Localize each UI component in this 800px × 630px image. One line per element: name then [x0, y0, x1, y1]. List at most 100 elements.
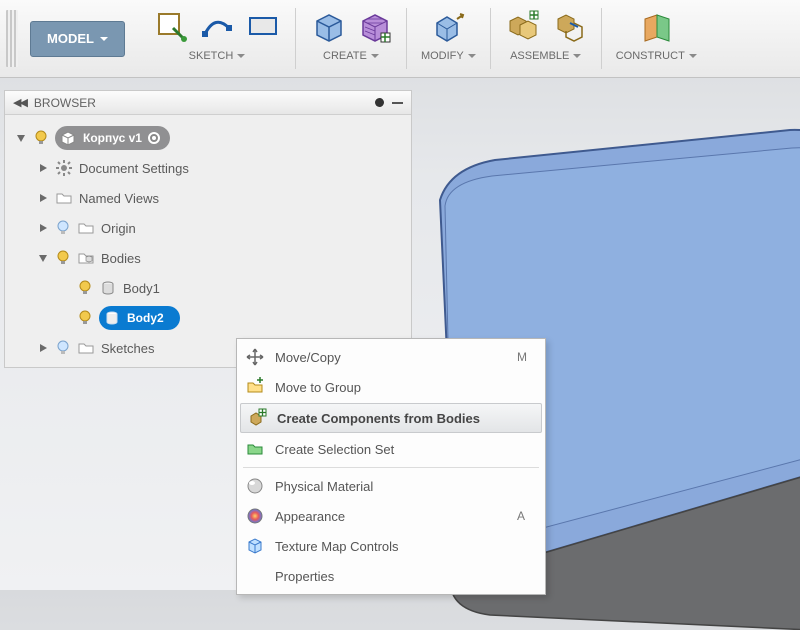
tree-root-node[interactable]: Корпус v1: [11, 123, 411, 153]
ctx-move-copy[interactable]: Move/Copy M: [239, 342, 543, 372]
ctx-label: Physical Material: [275, 479, 507, 494]
expand-toggle-icon[interactable]: [37, 162, 49, 174]
ctx-appearance[interactable]: Appearance A: [239, 501, 543, 531]
expand-toggle-icon[interactable]: [37, 222, 49, 234]
node-label: Document Settings: [79, 161, 189, 176]
dropdown-caret-icon: [468, 54, 476, 62]
caret-down-icon: [100, 37, 108, 45]
tree-node-named-views[interactable]: Named Views: [11, 183, 411, 213]
workspace-mode-button[interactable]: MODEL: [30, 21, 125, 57]
component-cube-icon: [59, 129, 77, 147]
context-menu: Move/Copy M Move to Group Create Compone…: [236, 338, 546, 595]
box-primitive-button[interactable]: [356, 8, 392, 44]
ctx-properties[interactable]: Properties: [239, 561, 543, 591]
ctx-label: Create Components from Bodies: [277, 411, 505, 426]
visibility-bulb-icon[interactable]: [55, 340, 71, 356]
ctx-create-components-from-bodies[interactable]: Create Components from Bodies: [240, 403, 542, 433]
spline-button[interactable]: [199, 8, 235, 44]
tree-node-bodies[interactable]: Bodies: [11, 243, 411, 273]
joint-button[interactable]: [551, 8, 587, 44]
panel-minimize-button[interactable]: [392, 102, 403, 104]
tree-node-document-settings[interactable]: Document Settings: [11, 153, 411, 183]
group-folder-icon: [245, 377, 265, 397]
main-toolbar: MODEL SKETCH CREATE: [0, 0, 800, 78]
visibility-bulb-icon[interactable]: [55, 250, 71, 266]
node-label: Named Views: [79, 191, 159, 206]
toolbar-group-create-label[interactable]: CREATE: [323, 50, 379, 62]
toolbar-group-modify-label[interactable]: MODIFY: [421, 50, 476, 62]
node-label: Body1: [123, 281, 160, 296]
ctx-shortcut: A: [517, 509, 535, 523]
root-component-chip[interactable]: Корпус v1: [55, 126, 170, 150]
ctx-shortcut: M: [517, 350, 535, 364]
create-component-icon: [247, 408, 267, 428]
texture-map-icon: [245, 536, 265, 556]
node-label: Origin: [101, 221, 136, 236]
tree-node-body1[interactable]: Body1: [11, 273, 411, 303]
node-label: Sketches: [101, 341, 154, 356]
folder-icon: [55, 189, 73, 207]
ctx-texture-map-controls[interactable]: Texture Map Controls: [239, 531, 543, 561]
gear-icon: [55, 159, 73, 177]
ctx-label: Properties: [275, 569, 507, 584]
toolbar-group-assemble-label[interactable]: ASSEMBLE: [510, 50, 581, 62]
toolbar-group-sketch: SKETCH: [139, 0, 295, 77]
ctx-separator: [243, 467, 539, 468]
move-icon: [245, 347, 265, 367]
toolbar-group-create: CREATE: [296, 0, 406, 77]
visibility-bulb-icon[interactable]: [77, 280, 93, 296]
press-pull-button[interactable]: [430, 8, 466, 44]
ctx-create-selection-set[interactable]: Create Selection Set: [239, 434, 543, 464]
expand-toggle-icon[interactable]: [15, 132, 27, 144]
browser-panel-header: ◀◀ BROWSER: [5, 91, 411, 115]
ctx-label: Appearance: [275, 509, 507, 524]
rectangle-button[interactable]: [245, 8, 281, 44]
expand-toggle-icon[interactable]: [37, 252, 49, 264]
tree-node-origin[interactable]: Origin: [11, 213, 411, 243]
toolbar-group-sketch-label[interactable]: SKETCH: [189, 50, 246, 62]
new-component-button[interactable]: [505, 8, 541, 44]
ctx-label: Texture Map Controls: [275, 539, 507, 554]
toolbar-grip[interactable]: [6, 10, 18, 67]
ctx-label: Move/Copy: [275, 350, 507, 365]
create-sketch-button[interactable]: [153, 8, 189, 44]
ctx-label: Move to Group: [275, 380, 507, 395]
expand-toggle-icon[interactable]: [37, 192, 49, 204]
dropdown-caret-icon: [237, 54, 245, 62]
panel-collapse-button[interactable]: ◀◀: [13, 96, 26, 109]
ctx-move-to-group[interactable]: Move to Group: [239, 372, 543, 402]
browser-panel: ◀◀ BROWSER Корпус v1 Document Settings N…: [4, 90, 412, 368]
toolbar-group-modify: MODIFY: [407, 0, 490, 77]
folder-icon: [77, 219, 95, 237]
toolbar-group-assemble: ASSEMBLE: [491, 0, 601, 77]
dropdown-caret-icon: [689, 54, 697, 62]
visibility-bulb-icon[interactable]: [33, 130, 49, 146]
active-component-indicator-icon[interactable]: [148, 132, 160, 144]
toolbar-group-construct-label[interactable]: CONSTRUCT: [616, 50, 697, 62]
blank-icon: [245, 566, 265, 586]
material-sphere-icon: [245, 476, 265, 496]
selected-body-chip[interactable]: Body2: [99, 306, 180, 330]
node-label: Bodies: [101, 251, 141, 266]
folder-icon: [77, 339, 95, 357]
node-label: Body2: [127, 311, 164, 325]
browser-tree: Корпус v1 Document Settings Named Views …: [5, 115, 411, 367]
expand-toggle-icon[interactable]: [37, 342, 49, 354]
visibility-bulb-icon[interactable]: [55, 220, 71, 236]
ctx-label: Create Selection Set: [275, 442, 507, 457]
tree-node-body2[interactable]: Body2: [11, 303, 411, 333]
toolbar-group-construct: CONSTRUCT: [602, 0, 711, 77]
browser-title: BROWSER: [34, 96, 367, 110]
visibility-bulb-icon[interactable]: [77, 310, 93, 326]
extrude-button[interactable]: [310, 8, 346, 44]
ctx-physical-material[interactable]: Physical Material: [239, 471, 543, 501]
body-cylinder-icon: [103, 309, 121, 327]
root-label: Корпус v1: [83, 131, 142, 145]
panel-pin-button[interactable]: [375, 98, 384, 107]
body-cylinder-icon: [99, 279, 117, 297]
bodies-folder-icon: [77, 249, 95, 267]
construct-plane-button[interactable]: [638, 8, 674, 44]
appearance-sphere-icon: [245, 506, 265, 526]
selection-set-icon: [245, 439, 265, 459]
dropdown-caret-icon: [573, 54, 581, 62]
